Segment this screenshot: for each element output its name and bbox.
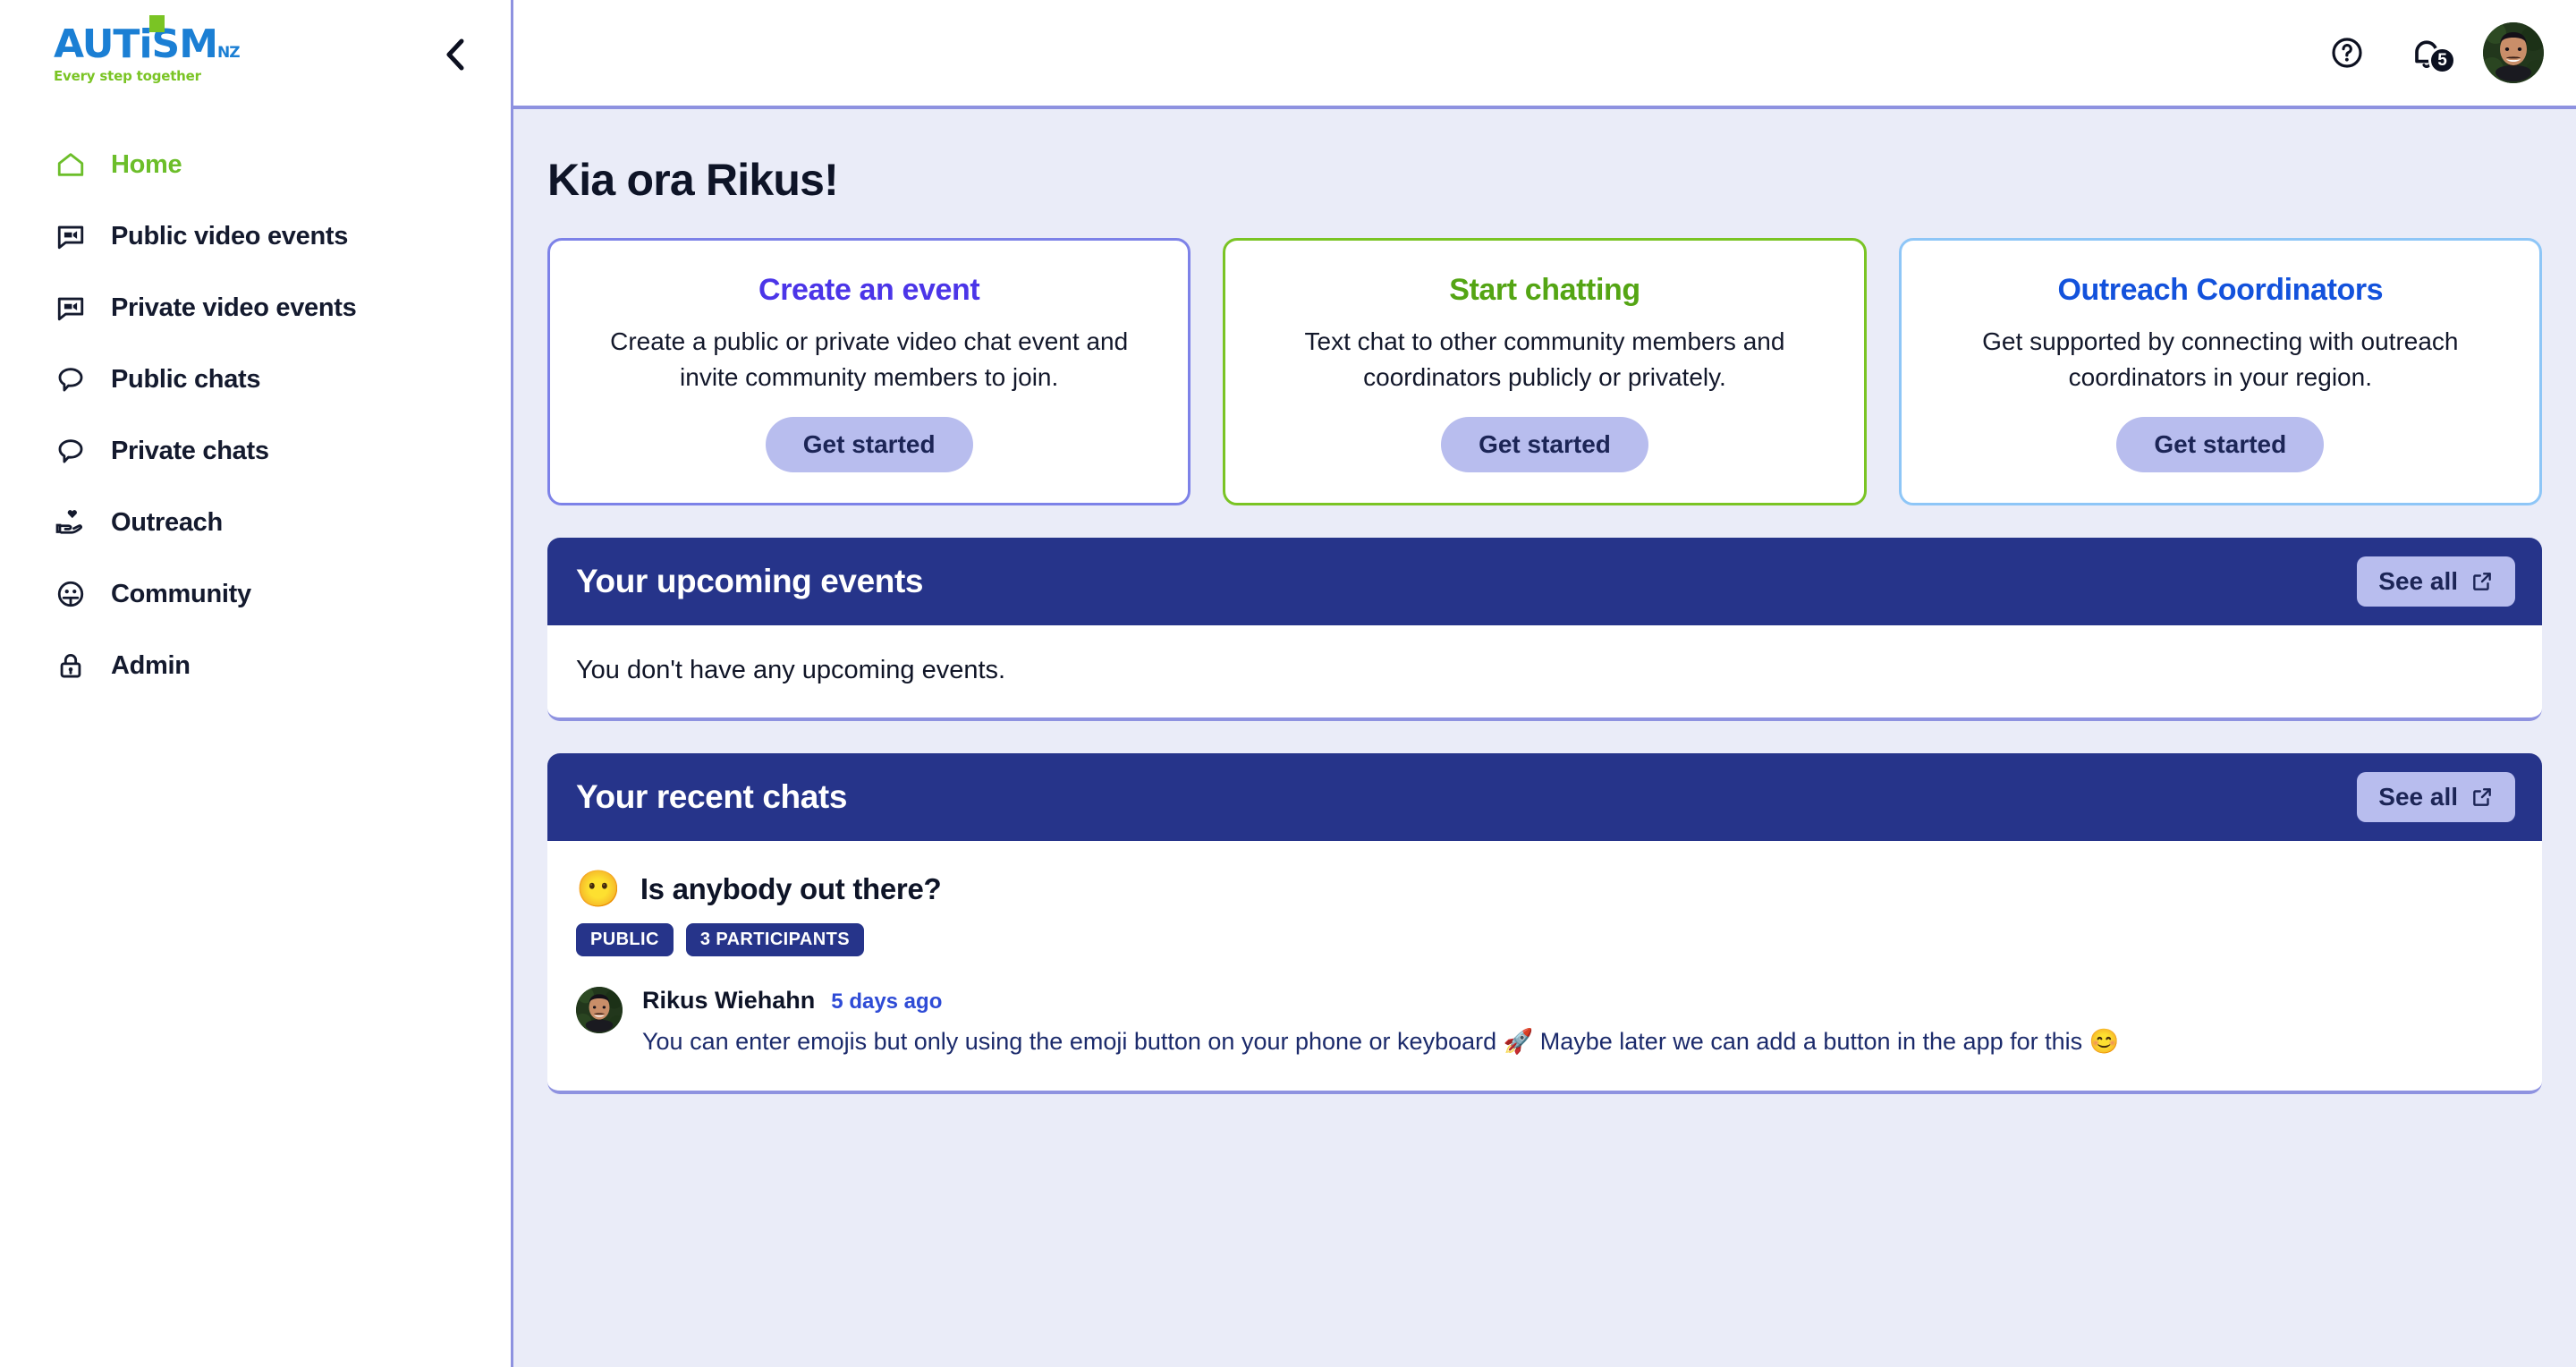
hand-heart-icon (54, 505, 88, 539)
logo-green-square (149, 15, 165, 32)
sidebar-item-private-video-events[interactable]: Private video events (0, 272, 511, 344)
top-bar: 5 (513, 0, 2576, 109)
sidebar-item-label: Home (111, 150, 182, 180)
card-title: Create an event (580, 273, 1157, 308)
help-button[interactable] (2324, 30, 2370, 76)
brand-logo[interactable]: AUTiSMNZ Every step together (54, 25, 240, 84)
card-description: Create a public or private video chat ev… (580, 324, 1157, 395)
chat-bubble-icon (54, 362, 88, 396)
sidebar-item-community[interactable]: Community (0, 558, 511, 630)
chat-title: Is anybody out there? (640, 872, 942, 906)
sidebar-item-label: Outreach (111, 508, 223, 538)
external-link-icon (2470, 570, 2494, 593)
panel-body: You don't have any upcoming events. (547, 625, 2542, 717)
card-outreach-coordinators[interactable]: Outreach Coordinators Get supported by c… (1899, 238, 2542, 505)
card-title: Outreach Coordinators (1932, 273, 2509, 308)
sidebar-item-private-chats[interactable]: Private chats (0, 415, 511, 487)
message-body: Rikus Wiehahn 5 days ago You can enter e… (642, 987, 2119, 1057)
help-circle-icon (2329, 35, 2365, 71)
lock-icon (54, 649, 88, 683)
panel-title: Your upcoming events (576, 563, 923, 600)
card-description: Text chat to other community members and… (1256, 324, 1833, 395)
notification-badge: 5 (2428, 47, 2456, 74)
chat-list-item[interactable]: 😶 Is anybody out there? PUBLIC 3 PARTICI… (576, 871, 2513, 1057)
logo-text: AUTiSM (54, 21, 217, 67)
avatar[interactable] (2483, 22, 2544, 83)
sidebar-item-label: Public video events (111, 222, 348, 251)
sidebar-item-label: Admin (111, 651, 191, 681)
panel-body: 😶 Is anybody out there? PUBLIC 3 PARTICI… (547, 841, 2542, 1090)
see-all-label: See all (2378, 783, 2458, 811)
page-content: Kia ora Rikus! Create an event Create a … (513, 109, 2576, 1367)
sidebar-nav: Home Public video events Private video e… (0, 129, 511, 701)
notifications-button[interactable]: 5 (2401, 30, 2453, 76)
chat-message: Rikus Wiehahn 5 days ago You can enter e… (576, 987, 2513, 1057)
chat-badges: PUBLIC 3 PARTICIPANTS (576, 923, 2513, 956)
home-icon (54, 148, 88, 182)
community-face-icon (54, 577, 88, 611)
card-description: Get supported by connecting with outreac… (1932, 324, 2509, 395)
see-all-events-button[interactable]: See all (2357, 556, 2515, 607)
page-title: Kia ora Rikus! (547, 154, 2576, 206)
sidebar-item-home[interactable]: Home (0, 129, 511, 200)
panel-header: Your recent chats See all (547, 753, 2542, 841)
user-avatar-image (576, 987, 623, 1033)
sidebar-item-admin[interactable]: Admin (0, 630, 511, 701)
logo-tagline: Every step together (54, 68, 201, 84)
get-started-button[interactable]: Get started (1441, 417, 1648, 472)
sidebar-item-public-chats[interactable]: Public chats (0, 344, 511, 415)
see-all-label: See all (2378, 567, 2458, 596)
video-chat-icon (54, 219, 88, 253)
sidebar-collapse-button[interactable] (436, 35, 475, 74)
upcoming-events-panel: Your upcoming events See all You don't h… (547, 538, 2542, 721)
sidebar: AUTiSMNZ Every step together Home (0, 0, 513, 1367)
empty-events-message: You don't have any upcoming events. (576, 656, 2513, 685)
logo-wordmark: AUTiSMNZ (54, 25, 240, 64)
sidebar-item-label: Public chats (111, 365, 260, 395)
get-started-button[interactable]: Get started (2116, 417, 2324, 472)
sidebar-item-outreach[interactable]: Outreach (0, 487, 511, 558)
message-author: Rikus Wiehahn (642, 987, 815, 1015)
get-started-button[interactable]: Get started (766, 417, 973, 472)
card-create-an-event[interactable]: Create an event Create a public or priva… (547, 238, 1191, 505)
sidebar-item-label: Private video events (111, 293, 356, 323)
panel-header: Your upcoming events See all (547, 538, 2542, 625)
recent-chats-panel: Your recent chats See all 😶 (547, 753, 2542, 1093)
card-start-chatting[interactable]: Start chatting Text chat to other commun… (1223, 238, 1866, 505)
chat-title-row: 😶 Is anybody out there? (576, 871, 2513, 907)
video-chat-icon (54, 291, 88, 325)
app-root: AUTiSMNZ Every step together Home (0, 0, 2576, 1367)
participants-badge: 3 PARTICIPANTS (686, 923, 864, 956)
message-text: You can enter emojis but only using the … (642, 1025, 2119, 1057)
message-header: Rikus Wiehahn 5 days ago (642, 987, 2119, 1015)
chat-bubble-icon (54, 434, 88, 468)
quick-action-cards: Create an event Create a public or priva… (547, 238, 2542, 505)
sidebar-item-label: Community (111, 580, 251, 609)
sidebar-header: AUTiSMNZ Every step together (0, 0, 511, 109)
status-badge: PUBLIC (576, 923, 674, 956)
panel-title: Your recent chats (576, 778, 847, 816)
logo-suffix: NZ (217, 44, 240, 62)
user-avatar-image (2483, 22, 2544, 83)
message-avatar[interactable] (576, 987, 623, 1033)
chevron-left-icon (444, 37, 467, 72)
see-all-chats-button[interactable]: See all (2357, 772, 2515, 822)
chat-emoji-icon: 😶 (576, 871, 621, 907)
main-area: 5 (513, 0, 2576, 1367)
sidebar-item-label: Private chats (111, 437, 269, 466)
external-link-icon (2470, 785, 2494, 809)
card-title: Start chatting (1256, 273, 1833, 308)
sidebar-item-public-video-events[interactable]: Public video events (0, 200, 511, 272)
message-timestamp: 5 days ago (831, 989, 942, 1015)
